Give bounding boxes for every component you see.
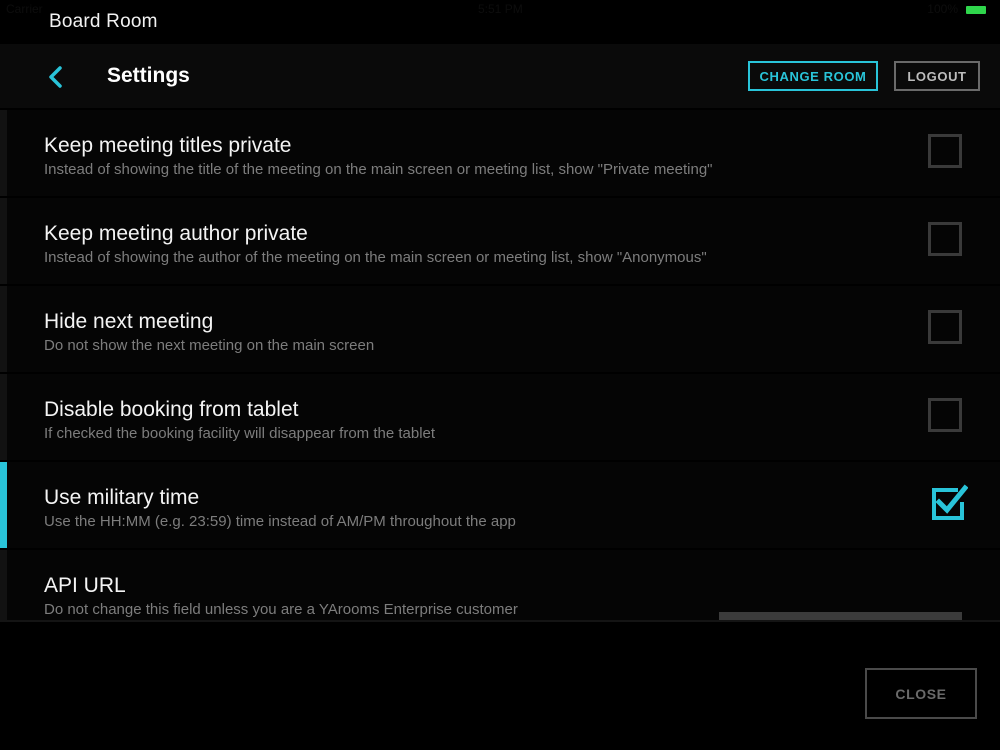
divider (0, 620, 1000, 622)
settings-screen: Carrier 5:51 PM 100% Board Room Settings… (0, 0, 1000, 750)
change-room-button[interactable]: CHANGE ROOM (748, 61, 878, 91)
military-time-checkbox[interactable] (928, 484, 969, 524)
titles-private-checkbox[interactable] (928, 134, 962, 168)
disable-booking-checkbox[interactable] (928, 398, 962, 432)
back-button[interactable] (40, 60, 74, 94)
setting-title: Keep meeting author private (44, 222, 308, 245)
setting-row-military-time[interactable]: Use military time Use the HH:MM (e.g. 23… (0, 462, 1000, 548)
setting-title: API URL (44, 574, 126, 597)
chevron-left-icon (40, 60, 74, 94)
status-carrier: Carrier (6, 2, 43, 16)
status-battery-percent: 100% (927, 2, 958, 16)
setting-description: Do not change this field unless you are … (44, 601, 518, 618)
setting-title: Hide next meeting (44, 310, 214, 333)
setting-row-author-private[interactable]: Keep meeting author private Instead of s… (0, 198, 1000, 284)
setting-row-api-url: API URL Do not change this field unless … (0, 550, 1000, 622)
room-title: Board Room (49, 11, 158, 32)
setting-description: Instead of showing the title of the meet… (44, 161, 713, 178)
setting-row-hide-next-meeting[interactable]: Hide next meeting Do not show the next m… (0, 286, 1000, 372)
hide-next-meeting-checkbox[interactable] (928, 310, 962, 344)
setting-description: Do not show the next meeting on the main… (44, 337, 375, 354)
setting-description: If checked the booking facility will dis… (44, 425, 436, 442)
setting-title: Use military time (44, 486, 200, 509)
settings-header: Settings CHANGE ROOM LOGOUT (0, 44, 1000, 108)
settings-list: Keep meeting titles private Instead of s… (0, 110, 1000, 622)
battery-icon (966, 6, 986, 14)
setting-title: Disable booking from tablet (44, 398, 299, 421)
setting-description: Instead of showing the author of the mee… (44, 249, 707, 266)
close-button[interactable]: CLOSE (865, 668, 977, 719)
checkmark-icon (928, 484, 969, 528)
page-title: Settings (107, 64, 190, 87)
setting-row-titles-private[interactable]: Keep meeting titles private Instead of s… (0, 110, 1000, 196)
setting-description: Use the HH:MM (e.g. 23:59) time instead … (44, 513, 516, 530)
author-private-checkbox[interactable] (928, 222, 962, 256)
logout-button[interactable]: LOGOUT (894, 61, 980, 91)
setting-row-disable-booking[interactable]: Disable booking from tablet If checked t… (0, 374, 1000, 460)
status-time: 5:51 PM (478, 2, 523, 16)
setting-title: Keep meeting titles private (44, 134, 292, 157)
